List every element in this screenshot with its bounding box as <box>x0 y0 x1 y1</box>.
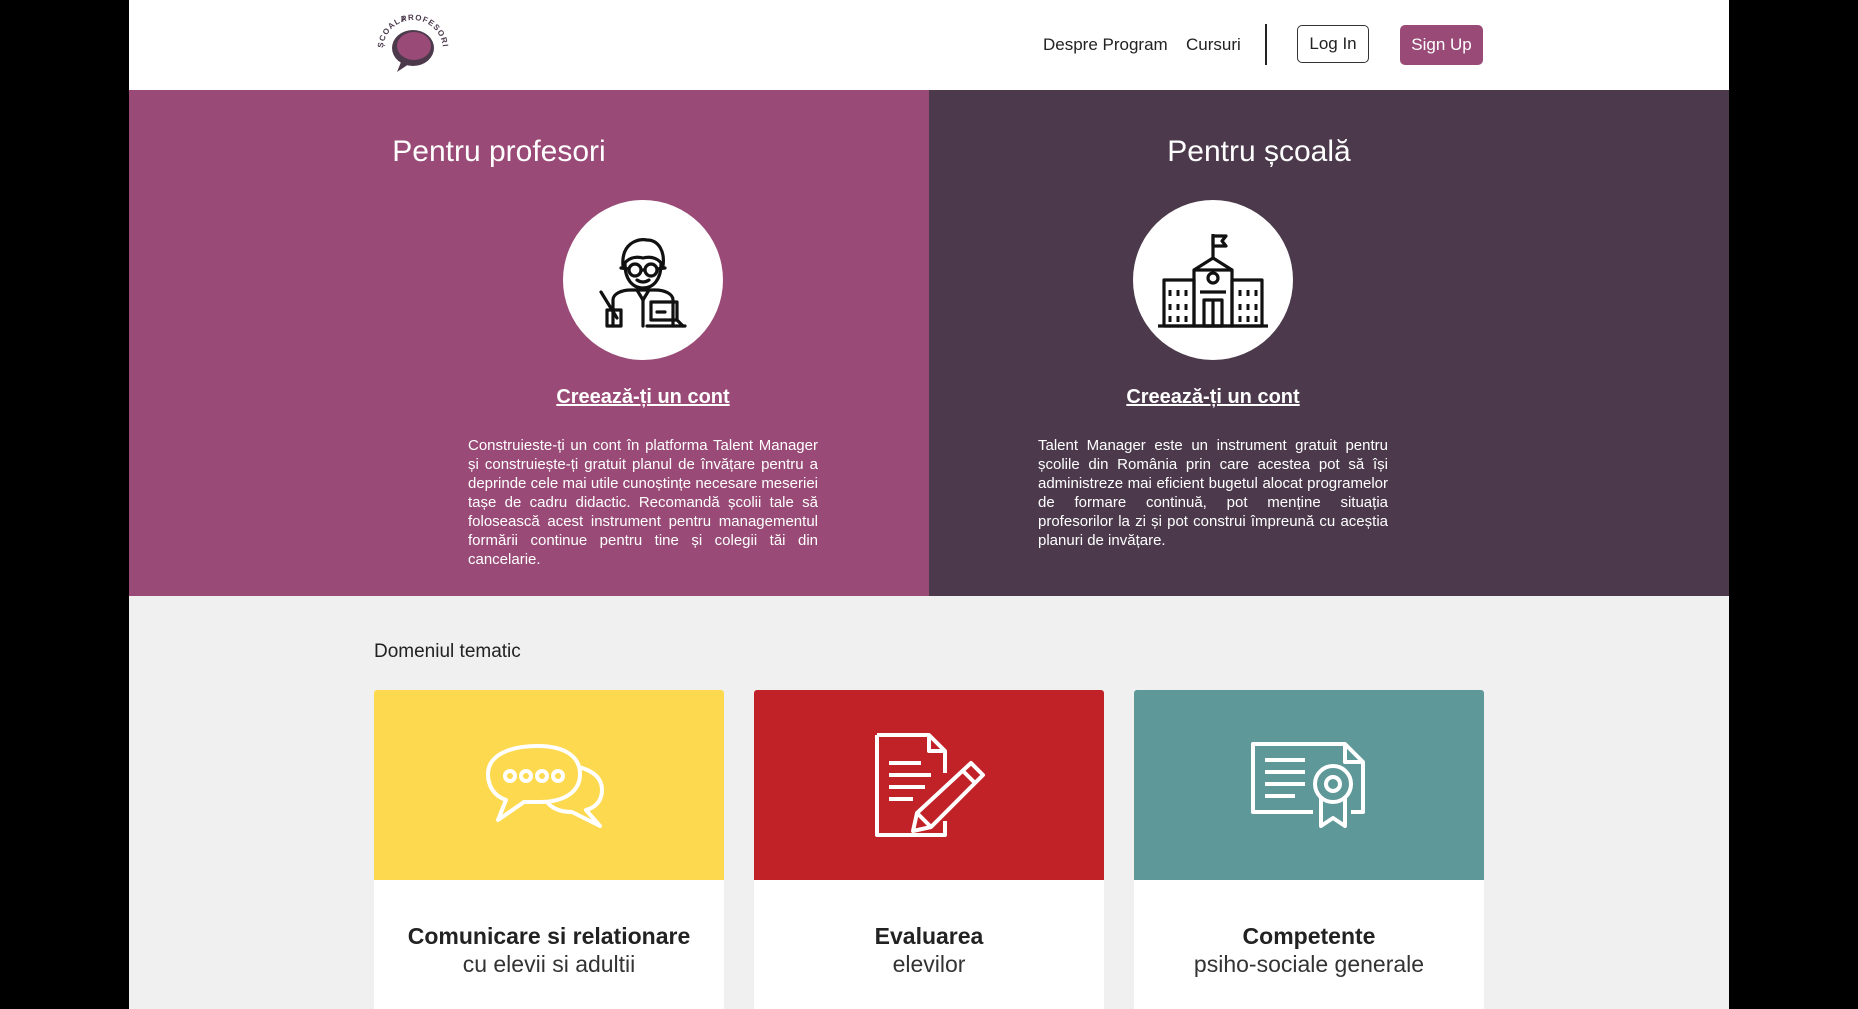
topic-card-competente[interactable]: Competente psiho-sociale generale <box>1134 690 1484 1009</box>
topic-card-subtitle: elevilor <box>892 951 966 977</box>
topic-card-banner <box>374 690 724 880</box>
school-create-account-link[interactable]: Creează-ți un cont <box>1063 386 1363 409</box>
school-building-icon <box>1158 234 1268 328</box>
topic-card-evaluarea[interactable]: Evaluarea elevilor <box>754 690 1104 1009</box>
school-description: Talent Manager este un instrument gratui… <box>1038 437 1388 549</box>
teachers-description: Construieste-ți un cont în platforma Tal… <box>468 437 818 568</box>
scoala-profesorilor-logo[interactable]: ȘCOALA PROFESORILOR <box>367 3 455 78</box>
school-icon-circle <box>1133 200 1293 360</box>
teacher-icon <box>599 238 687 328</box>
topics-section-title: Domeniul tematic <box>374 641 521 662</box>
page: ȘCOALA PROFESORILOR Despre Program Cursu… <box>129 0 1729 1009</box>
topic-card-banner <box>754 690 1104 880</box>
signup-button[interactable]: Sign Up <box>1400 25 1483 65</box>
speech-bubbles-icon <box>486 744 604 828</box>
teachers-icon-circle <box>563 200 723 360</box>
login-button[interactable]: Log In <box>1297 25 1369 63</box>
top-navbar: ȘCOALA PROFESORILOR Despre Program Cursu… <box>129 0 1729 90</box>
topic-card-banner <box>1134 690 1484 880</box>
school-panel: Pentru școală Creează-ți un cont Talent … <box>929 90 1729 596</box>
school-title: Pentru școală <box>1167 135 1351 168</box>
topic-card-title: Competente <box>1242 923 1376 949</box>
teachers-title: Pentru profesori <box>392 135 606 168</box>
document-pencil-icon <box>875 733 985 837</box>
teachers-panel: Pentru profesori Creează-ți un cont Cons… <box>129 90 929 596</box>
topic-card-comunicare[interactable]: Comunicare si relationare cu elevii si a… <box>374 690 724 1009</box>
topic-card-title: Evaluarea <box>874 923 984 949</box>
nav-divider <box>1265 24 1267 65</box>
topic-card-title: Comunicare si relationare <box>407 923 691 949</box>
nav-despre-program[interactable]: Despre Program <box>1043 35 1168 55</box>
certificate-icon <box>1251 742 1365 828</box>
topic-card-subtitle: psiho-sociale generale <box>1193 951 1425 977</box>
teachers-create-account-link[interactable]: Creează-ți un cont <box>493 386 793 409</box>
topic-card-subtitle: cu elevii si adultii <box>462 951 636 977</box>
nav-cursuri[interactable]: Cursuri <box>1186 35 1241 55</box>
